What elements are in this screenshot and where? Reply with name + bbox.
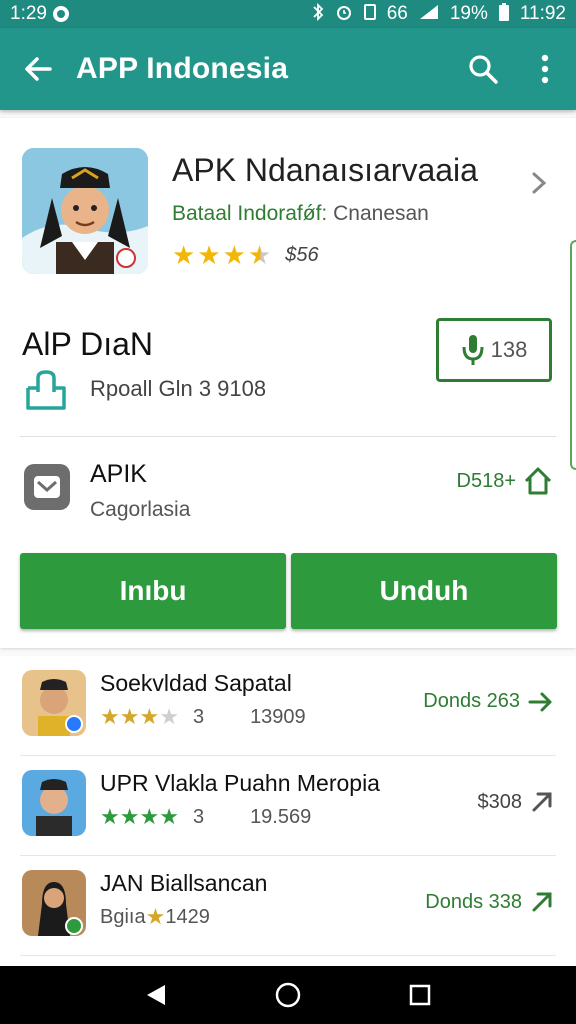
triangle-back-icon	[147, 985, 165, 1005]
list-item-count: 19.569	[250, 805, 312, 828]
list-item-action-label: Donds 338	[425, 890, 522, 913]
nav-back-button[interactable]	[136, 975, 176, 1015]
status-bar: 1:29 66 19% 11:92	[0, 0, 576, 28]
app-detail-card: APK Ndanaısıarvaaia Bataal Indorafǿf: Cn…	[0, 118, 576, 648]
list-item[interactable]: Soekvldad Sapatal ★ ★ ★ ★ 3 13909 Donds …	[0, 656, 576, 756]
list-item-meta: Bgiıa ★ 1429	[100, 904, 210, 930]
alarm-icon	[335, 3, 353, 26]
app-name: APK Ndanaısıarvaaia	[172, 152, 478, 188]
divider	[20, 955, 556, 956]
apk-title: APIK	[90, 460, 147, 488]
list-item-meta: ★ ★ ★ ★ 3 19.569	[100, 804, 311, 830]
list-item-icon	[22, 670, 86, 736]
arrow-up-right-icon	[532, 792, 552, 812]
star-icon: ★	[139, 804, 160, 829]
star-icon: ★	[145, 904, 166, 929]
star-icon: ★	[100, 804, 120, 829]
rating-value: $56	[285, 243, 319, 266]
count-label: 138	[490, 337, 528, 362]
list-item-title: JAN Biallsancan	[100, 870, 268, 896]
list-item-rating: 1429	[165, 905, 210, 928]
developer-category: Cnanesan	[333, 202, 429, 225]
star-icon: ★	[159, 804, 179, 829]
star-icon: ★	[119, 804, 140, 829]
app-icon[interactable]	[22, 148, 148, 274]
list-item-rating: 3	[192, 705, 205, 728]
developer-name: Bataal Indorafǿf:	[172, 202, 328, 225]
screen: 1:29 66 19% 11:92 APP Indonesia APK Ndan…	[0, 0, 576, 1024]
search-icon	[469, 55, 498, 84]
notification-icon	[52, 6, 69, 22]
mic-count-box[interactable]: 138	[436, 318, 552, 382]
search-button[interactable]	[452, 28, 514, 110]
list-item-title: Soekvldad Sapatal	[100, 670, 292, 696]
list-item[interactable]: UPR Vlakla Puahn Meropia ★ ★ ★ ★ 3 19.56…	[0, 756, 576, 856]
star-icon: ★	[139, 704, 160, 729]
app-developer[interactable]: Bataal Indorafǿf: Cnanesan	[172, 202, 429, 226]
microphone-icon	[462, 335, 484, 365]
network-label: 66	[386, 3, 408, 24]
divider	[20, 436, 556, 437]
page-title: APP Indonesia	[76, 52, 289, 85]
list-item-prefix: Bgiıa	[100, 905, 146, 928]
list-item-action[interactable]: $308	[478, 790, 555, 814]
square-recents-icon	[409, 984, 431, 1006]
mail-icon	[24, 464, 70, 510]
list-item-icon	[22, 770, 86, 836]
arrow-up-right-icon	[532, 892, 552, 912]
list-item-action[interactable]: Donds 338	[425, 890, 554, 914]
package-icon	[26, 370, 66, 410]
battery-label: 19%	[449, 3, 488, 24]
star-icon: ★	[119, 704, 140, 729]
sim-icon	[363, 3, 377, 26]
star-icon: ★	[159, 704, 179, 729]
primary-left-button[interactable]: Inıbu	[20, 553, 286, 629]
side-scroll-handle[interactable]	[570, 240, 576, 470]
status-time-right: 11:92	[519, 3, 566, 24]
section-title: AlP DıaN	[22, 326, 154, 362]
list-item-action-label: Donds 263	[423, 690, 520, 712]
list-item[interactable]: JAN Biallsancan Bgiıa ★ 1429 Donds 338	[0, 856, 576, 956]
overflow-menu-button[interactable]	[514, 28, 576, 110]
apk-code-link[interactable]: D518+	[457, 466, 555, 496]
star-icon: ★	[100, 704, 120, 729]
star-icon: ★	[197, 240, 221, 270]
package-info: Rpoall Gln 3 9108	[90, 376, 267, 401]
more-vert-icon	[541, 54, 549, 84]
battery-icon	[498, 2, 510, 27]
circle-home-icon	[275, 982, 301, 1008]
app-bar: APP Indonesia	[0, 28, 576, 110]
list-item-action[interactable]: Donds 263	[423, 690, 554, 713]
arrow-right-icon	[528, 692, 552, 711]
star-icon: ★	[172, 240, 196, 270]
bluetooth-icon	[311, 2, 325, 26]
list-item-count: 13909	[250, 705, 306, 728]
apk-code: D518+	[456, 469, 517, 492]
star-half-icon: ★	[247, 240, 272, 270]
nav-home-button[interactable]	[268, 975, 308, 1015]
status-time-left: 1:29	[10, 3, 47, 24]
back-button[interactable]	[0, 28, 76, 110]
chevron-right-icon[interactable]	[524, 168, 554, 198]
related-apps-list: Soekvldad Sapatal ★ ★ ★ ★ 3 13909 Donds …	[0, 656, 576, 968]
home-outline-icon	[524, 467, 552, 495]
nav-recents-button[interactable]	[400, 975, 440, 1015]
arrow-left-icon	[25, 57, 52, 81]
star-icon: ★	[222, 240, 246, 270]
signal-icon	[418, 3, 440, 26]
system-nav-bar	[0, 966, 576, 1024]
list-item-action-label: $308	[477, 790, 523, 813]
list-item-rating: 3	[192, 805, 205, 828]
list-item-title: UPR Vlakla Puahn Meropia	[100, 770, 380, 796]
list-item-icon	[22, 870, 86, 936]
list-item-meta: ★ ★ ★ ★ 3 13909	[100, 704, 306, 730]
app-rating: ★ ★ ★ ★ $56	[172, 242, 319, 268]
download-button[interactable]: Unduh	[291, 553, 557, 629]
apk-subtitle: Cagorlasia	[90, 498, 191, 521]
